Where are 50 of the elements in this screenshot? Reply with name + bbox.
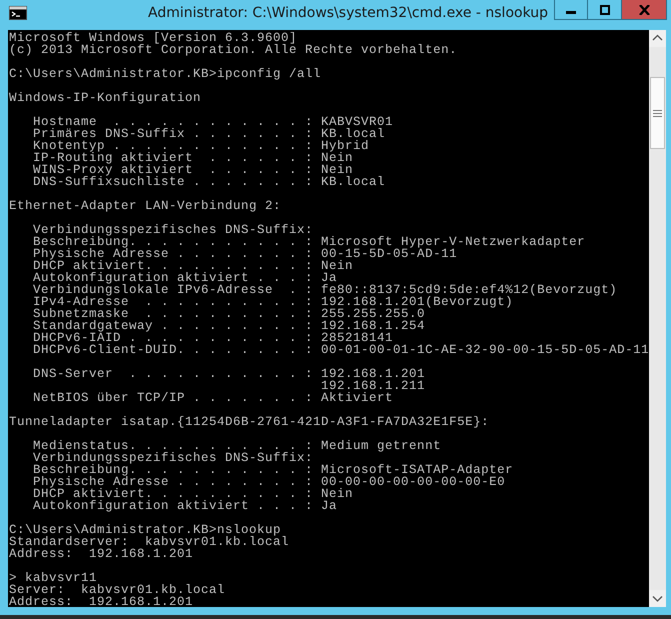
- console-line: Subnetzmaske . . . . . . . . . . : 255.255.255.0: [32, 308, 426, 320]
- console-line: Microsoft Windows [Version 6.3.9600]: [8, 32, 298, 44]
- console-line: DNS-Suffixsuchliste . . . . . . . : KB.local: [32, 176, 386, 188]
- console-line: DHCPv6-IAID . . . . . . . . . . . : 285218141: [32, 332, 394, 344]
- window-title: Administrator: C:\Windows\system32\cmd.exe - nslookup: [148, 5, 548, 21]
- console-line: Physische Adresse . . . . . . . . : 00-15-5D-05-AD-11: [32, 248, 458, 260]
- console-line: Server: kabvsvr01.kb.local: [8, 584, 226, 596]
- console-line: C:\Users\Administrator.KB>nslookup: [8, 524, 282, 536]
- console-line: Beschreibung. . . . . . . . . . . : Microsoft Hyper-V-Netzwerkadapter: [32, 236, 586, 248]
- scroll-down-icon[interactable]: [649, 590, 666, 607]
- console-line: IP-Routing aktiviert . . . . . . : Nein: [32, 152, 354, 164]
- console-line: Ethernet-Adapter LAN-Verbindung 2:: [8, 200, 282, 212]
- console-line: Hostname . . . . . . . . . . . . : KABVSVR01: [32, 116, 394, 128]
- console-line: > kabvsvr11: [8, 572, 98, 584]
- console-line: Knotentyp . . . . . . . . . . . . : Hybrid: [32, 140, 370, 152]
- console-line: DHCP aktiviert. . . . . . . . . . : Nein: [32, 488, 354, 500]
- minimize-icon: [566, 11, 576, 14]
- console-line: Verbindungslokale IPv6-Adresse . : fe80::8137:5cd9:5de:ef4%12(Bevorzugt): [32, 284, 618, 296]
- console-line: Windows-IP-Konfiguration: [8, 92, 202, 104]
- scrollbar[interactable]: [649, 30, 666, 607]
- scroll-up-icon[interactable]: [649, 30, 666, 47]
- console-line: DHCPv6-Client-DUID. . . . . . . . : 00-01-00-01-1C-AE-32-90-00-15-5D-05-AD-11: [32, 344, 649, 356]
- console-line: (c) 2013 Microsoft Corporation. Alle Rechte vorbehalten.: [8, 44, 458, 56]
- minimize-button[interactable]: [554, 0, 588, 20]
- close-button[interactable]: [622, 0, 667, 20]
- maximize-icon: [600, 4, 610, 14]
- console-line: Autokonfiguration aktiviert . . . : Ja: [32, 272, 338, 284]
- console-line: NetBIOS über TCP/IP . . . . . . . : Aktiviert: [32, 392, 394, 404]
- maximize-button[interactable]: [588, 0, 622, 20]
- console-line: DHCP aktiviert. . . . . . . . . . : Nein: [32, 260, 354, 272]
- console-icon: [9, 6, 27, 20]
- console-line: Standardserver: kabvsvr01.kb.local: [8, 536, 290, 548]
- console-line: C:\Users\Administrator.KB>ipconfig /all: [8, 68, 322, 80]
- console-line: Physische Adresse . . . . . . . . : 00-00-00-00-00-00-00-E0: [32, 476, 506, 488]
- console-line: IPv4-Adresse . . . . . . . . . . : 192.168.1.201(Bevorzugt): [32, 296, 514, 308]
- console-line: Medienstatus. . . . . . . . . . . : Medium getrennt: [32, 440, 442, 452]
- console-line: Standardgateway . . . . . . . . . : 192.168.1.254: [32, 320, 426, 332]
- console-line: WINS-Proxy aktiviert . . . . . . : Nein: [32, 164, 354, 176]
- console-line: Beschreibung. . . . . . . . . . . : Microsoft-ISATAP-Adapter: [32, 464, 514, 476]
- console-line: DNS-Server . . . . . . . . . . . : 192.168.1.201: [32, 368, 426, 380]
- console-line: Autokonfiguration aktiviert . . . : Ja: [32, 500, 338, 512]
- close-icon: [638, 4, 650, 14]
- console-line: Verbindungsspezifisches DNS-Suffix:: [32, 452, 314, 464]
- console-line: Primäres DNS-Suffix . . . . . . . : KB.local: [32, 128, 386, 140]
- scroll-thumb[interactable]: [650, 77, 665, 149]
- console-line: Address: 192.168.1.201: [8, 548, 194, 560]
- console-line: Address: 192.168.1.201: [8, 596, 194, 608]
- console-line: Tunneladapter isatap.{11254D6B-2761-421D-A3F1-FA7DA32E1F5E}:: [8, 416, 490, 428]
- console-line: Verbindungsspezifisches DNS-Suffix:: [32, 224, 314, 236]
- console-line: 192.168.1.211: [320, 380, 426, 392]
